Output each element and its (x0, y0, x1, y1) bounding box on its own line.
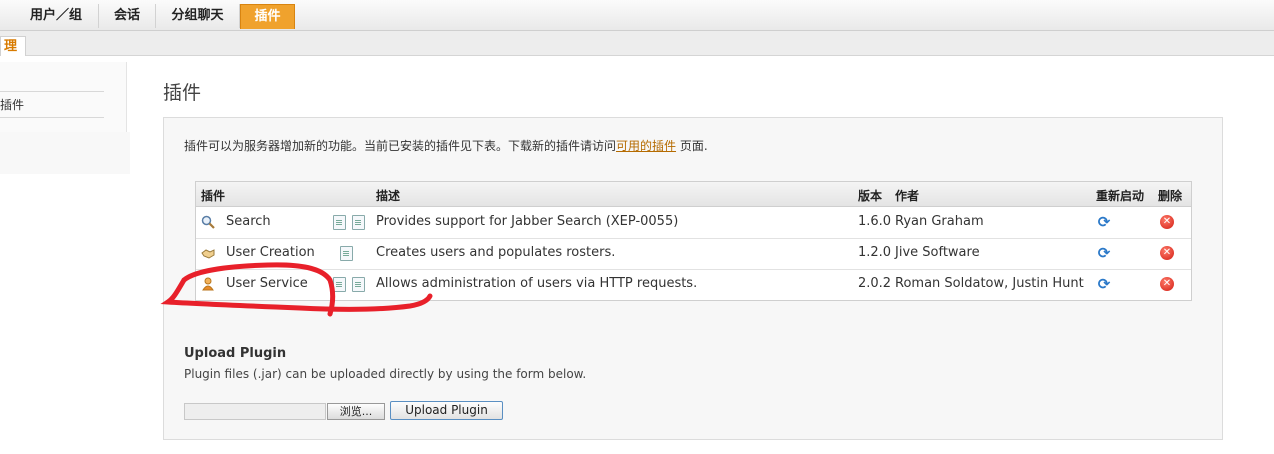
changelog-icon[interactable] (340, 246, 353, 261)
plugin-version: 2.0.2 (858, 276, 892, 291)
plugin-description: Provides support for Jabber Search (XEP-… (376, 214, 679, 229)
intro-text-after: 页面. (676, 139, 708, 153)
file-path-input[interactable] (184, 403, 326, 420)
table-header: 插件 描述 版本 作者 重新启动 删除 (196, 182, 1191, 207)
header-author: 作者 (895, 189, 920, 203)
upload-plugin-button[interactable]: Upload Plugin (390, 401, 503, 420)
plugin-name: User Creation (226, 245, 315, 260)
tab-sessions[interactable]: 会话 (99, 4, 156, 28)
sidebar-shadow (0, 132, 130, 174)
header-plugin: 插件 (201, 189, 226, 203)
plugin-version: 1.6.0 (858, 214, 892, 229)
table-row: Search Provides support for Jabber Searc… (196, 207, 1191, 239)
plugin-author: Jive Software (895, 245, 980, 260)
top-nav-bar: 用户／组 会话 分组聊天 插件 (0, 0, 1274, 31)
tab-group-chat[interactable]: 分组聊天 (156, 4, 240, 28)
header-restart: 重新启动 (1096, 189, 1145, 203)
sub-nav-bar (0, 31, 1274, 56)
table-row: User Service Allows administration of us… (196, 269, 1191, 300)
user-icon (202, 277, 214, 291)
plugin-name: Search (226, 214, 271, 229)
available-plugins-link[interactable]: 可用的插件 (616, 139, 676, 153)
changelog-icon[interactable] (352, 215, 365, 230)
header-version: 版本 (858, 189, 883, 203)
reload-icon[interactable]: ⟳ (1096, 276, 1112, 292)
intro-text-before: 插件可以为服务器增加新的功能。当前已安装的插件见下表。下载新的插件请访问 (184, 139, 617, 153)
delete-icon[interactable]: ✕ (1160, 246, 1174, 260)
subtab-plugin-management[interactable]: 理 (0, 36, 26, 56)
sidebar-item-plugins[interactable]: 插件 (0, 96, 24, 113)
upload-description: Plugin files (.jar) can be uploaded dire… (184, 367, 587, 381)
reload-icon[interactable]: ⟳ (1096, 245, 1112, 261)
upload-title: Upload Plugin (184, 346, 287, 361)
plugin-version: 1.2.0 (858, 245, 892, 260)
header-description: 描述 (376, 189, 401, 203)
readme-icon[interactable] (333, 215, 346, 230)
readme-icon[interactable] (333, 277, 346, 292)
tab-users-groups[interactable]: 用户／组 (14, 4, 99, 28)
plugin-author: Ryan Graham (895, 214, 984, 229)
plugin-description: Creates users and populates rosters. (376, 245, 616, 260)
changelog-icon[interactable] (352, 277, 365, 292)
tab-plugins[interactable]: 插件 (240, 4, 295, 29)
magnifier-icon (201, 215, 215, 229)
handshake-icon (201, 249, 215, 259)
reload-icon[interactable]: ⟳ (1096, 214, 1112, 230)
plugin-name: User Service (226, 276, 308, 291)
intro-text: 插件可以为服务器增加新的功能。当前已安装的插件见下表。下载新的插件请访问可用的插… (184, 137, 708, 154)
table-row: User Creation Creates users and populate… (196, 238, 1191, 270)
plugin-author: Roman Soldatow, Justin Hunt (895, 276, 1084, 291)
delete-icon[interactable]: ✕ (1160, 215, 1174, 229)
delete-icon[interactable]: ✕ (1160, 277, 1174, 291)
sidebar-divider (0, 117, 104, 118)
sidebar-divider (0, 91, 104, 92)
page-title: 插件 (163, 82, 202, 104)
plugins-table: 插件 描述 版本 作者 重新启动 删除 Search Provides supp… (195, 181, 1192, 301)
plugin-description: Allows administration of users via HTTP … (376, 276, 698, 291)
header-delete: 删除 (1158, 189, 1183, 203)
browse-button[interactable]: 浏览... (327, 403, 385, 420)
